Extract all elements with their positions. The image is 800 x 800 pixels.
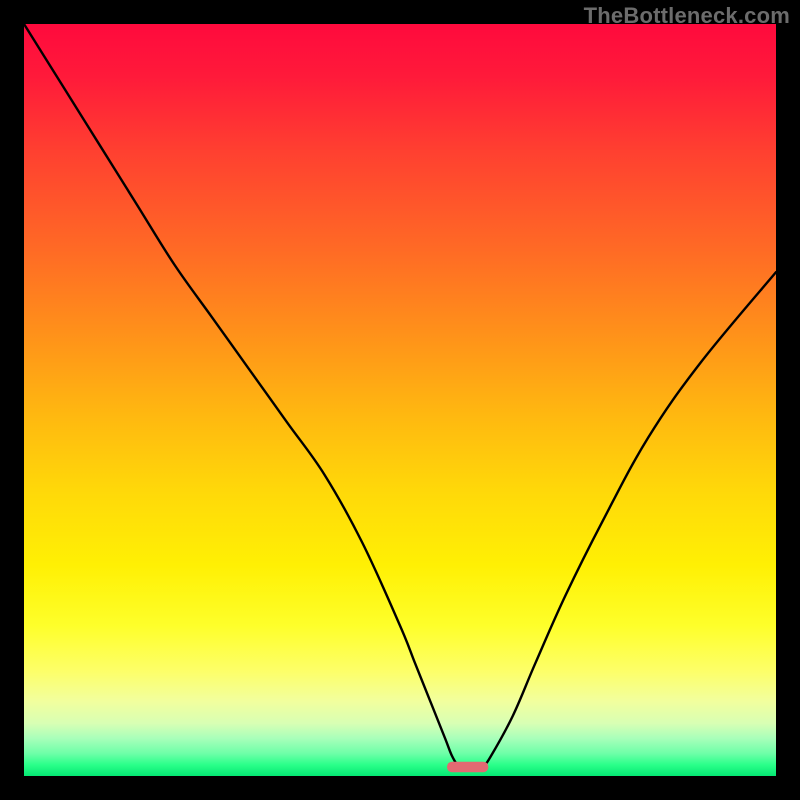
bottleneck-curve: [24, 24, 776, 768]
optimum-marker: [447, 762, 488, 773]
curve-svg: [24, 24, 776, 776]
plot-area: [24, 24, 776, 776]
chart-frame: TheBottleneck.com: [0, 0, 800, 800]
